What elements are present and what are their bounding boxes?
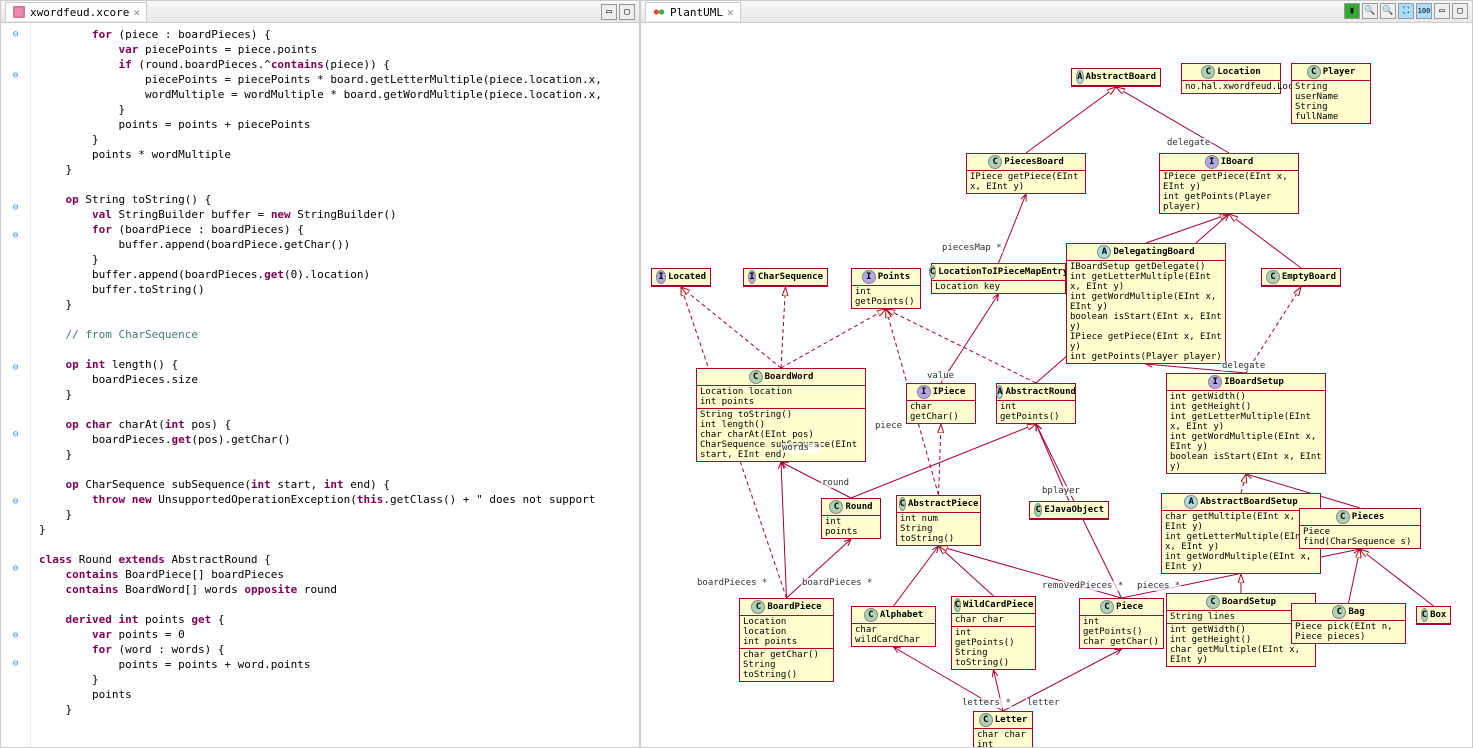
minimize-icon[interactable]: ▭ <box>1434 3 1450 19</box>
uml-label: piecesMap * <box>941 243 1003 253</box>
uml-class-AbstractPiece[interactable]: C AbstractPieceint numString toString() <box>896 495 981 546</box>
uml-class-Location[interactable]: C Locationno.hal.xwordfeud.Location <box>1181 63 1281 94</box>
uml-class-Pieces[interactable]: C PiecesPiece find(CharSequence s) <box>1299 508 1421 549</box>
fold-marker[interactable]: ⊖ <box>1 656 30 671</box>
tab-title: PlantUML <box>670 6 723 19</box>
fold-marker[interactable]: ⊖ <box>1 494 30 509</box>
left-tabbar: xwordfeud.xcore ✕ ▭ ▢ <box>1 1 639 23</box>
diagram-toolbar: ▮ 🔍 🔍 ⛶ 100 ▭ ▢ <box>1344 3 1468 19</box>
run-icon[interactable]: ▮ <box>1344 3 1360 19</box>
uml-class-CharSequence[interactable]: I CharSequence <box>743 268 828 287</box>
uml-label: boardPieces * <box>696 578 768 588</box>
uml-label: delegate <box>1221 361 1266 371</box>
uml-label: letters * <box>961 698 1012 708</box>
uml-class-EmptyBoard[interactable]: C EmptyBoard <box>1261 268 1341 287</box>
uml-class-Box[interactable]: C Box <box>1416 606 1451 625</box>
uml-class-Player[interactable]: C PlayerString userNameString fullName <box>1291 63 1371 124</box>
uml-class-Letter[interactable]: C Letterchar charint pointsint count <box>973 711 1033 747</box>
uml-class-WildCardPiece[interactable]: C WildCardPiecechar charint getPoints()S… <box>951 596 1036 670</box>
uml-class-IBoardSetup[interactable]: I IBoardSetupint getWidth()int getHeight… <box>1166 373 1326 474</box>
plantuml-icon <box>652 5 666 19</box>
maximize-icon[interactable]: ▢ <box>619 4 635 20</box>
tab-xcore[interactable]: xwordfeud.xcore ✕ <box>5 2 147 21</box>
uml-class-Bag[interactable]: C BagPiece pick(EInt n, Piece pieces) <box>1291 603 1406 644</box>
xcore-file-icon <box>12 5 26 19</box>
uml-class-Round[interactable]: C Roundint points <box>821 498 881 539</box>
fold-marker[interactable]: ⊖ <box>1 561 30 576</box>
uml-class-Located[interactable]: I Located <box>651 268 711 287</box>
uml-class-EJavaObject[interactable]: C EJavaObject <box>1029 501 1109 520</box>
uml-label: bplayer <box>1041 486 1081 496</box>
maximize-icon[interactable]: ▢ <box>1452 3 1468 19</box>
zoom-in-icon[interactable]: 🔍 <box>1362 3 1378 19</box>
fold-marker[interactable]: ⊖ <box>1 628 30 643</box>
uml-class-IPiece[interactable]: I IPiecechar getChar() <box>906 383 976 424</box>
zoom-100-button[interactable]: 100 <box>1416 3 1432 19</box>
uml-class-IBoard[interactable]: I IBoardIPiece getPiece(EInt x, EInt y)i… <box>1159 153 1299 214</box>
plantuml-pane: PlantUML ✕ ▮ 🔍 🔍 ⛶ 100 ▭ ▢ A AbstractBoa… <box>640 0 1473 748</box>
uml-label: value <box>926 371 955 381</box>
uml-label: letter <box>1026 698 1061 708</box>
uml-label: delegate <box>1166 138 1211 148</box>
uml-diagram[interactable]: A AbstractBoard C Locationno.hal.xwordfeu… <box>641 23 1472 747</box>
fold-gutter: ⊖ ⊖ ⊖ ⊖ ⊖ ⊖ ⊖ ⊖ ⊖ ⊖ <box>1 23 31 747</box>
minimize-icon[interactable]: ▭ <box>601 4 617 20</box>
close-icon[interactable]: ✕ <box>727 6 734 19</box>
fold-marker[interactable]: ⊖ <box>1 360 30 375</box>
code-content[interactable]: for (piece : boardPieces) { var piecePoi… <box>31 23 610 747</box>
uml-label: pieces * <box>1136 581 1181 591</box>
zoom-out-icon[interactable]: 🔍 <box>1380 3 1396 19</box>
uml-class-DelegatingBoard[interactable]: A DelegatingBoardIBoardSetup getDelegate… <box>1066 243 1226 364</box>
fold-marker[interactable]: ⊖ <box>1 68 30 83</box>
uml-class-Piece[interactable]: C Pieceint getPoints()char getChar() <box>1079 598 1164 649</box>
uml-label: removedPieces * <box>1041 581 1124 591</box>
fold-marker[interactable]: ⊖ <box>1 200 30 215</box>
uml-label: piece <box>874 421 903 431</box>
close-icon[interactable]: ✕ <box>133 6 140 19</box>
code-editor[interactable]: ⊖ ⊖ ⊖ ⊖ ⊖ ⊖ ⊖ ⊖ ⊖ ⊖ for (piece : boardPi… <box>1 23 639 747</box>
uml-label: words * <box>781 443 821 453</box>
uml-class-Alphabet[interactable]: C Alphabetchar wildCardChar <box>851 606 936 647</box>
editor-pane: xwordfeud.xcore ✕ ▭ ▢ ⊖ ⊖ ⊖ ⊖ ⊖ ⊖ ⊖ ⊖ ⊖ … <box>0 0 640 748</box>
uml-class-Points[interactable]: I Pointsint getPoints() <box>851 268 921 309</box>
uml-label: round <box>821 478 850 488</box>
uml-class-AbstractBoard[interactable]: A AbstractBoard <box>1071 68 1161 87</box>
uml-label: boardPieces * <box>801 578 873 588</box>
fold-marker[interactable]: ⊖ <box>1 427 30 442</box>
uml-class-BoardPiece[interactable]: C BoardPieceLocation locationint pointsc… <box>739 598 834 682</box>
uml-class-AbstractRound[interactable]: A AbstractRoundint getPoints() <box>996 383 1076 424</box>
fold-marker[interactable]: ⊖ <box>1 228 30 243</box>
uml-class-PiecesBoard[interactable]: C PiecesBoardIPiece getPiece(EInt x, EIn… <box>966 153 1086 194</box>
fit-icon[interactable]: ⛶ <box>1398 3 1414 19</box>
uml-class-LocationToIPieceMapEntry[interactable]: C LocationToIPieceMapEntryLocation key <box>931 263 1066 294</box>
tab-plantuml[interactable]: PlantUML ✕ <box>645 2 741 21</box>
tab-title: xwordfeud.xcore <box>30 6 129 19</box>
uml-class-AbstractBoardSetup[interactable]: A AbstractBoardSetupchar getMultiple(EIn… <box>1161 493 1321 574</box>
fold-marker[interactable]: ⊖ <box>1 27 30 42</box>
